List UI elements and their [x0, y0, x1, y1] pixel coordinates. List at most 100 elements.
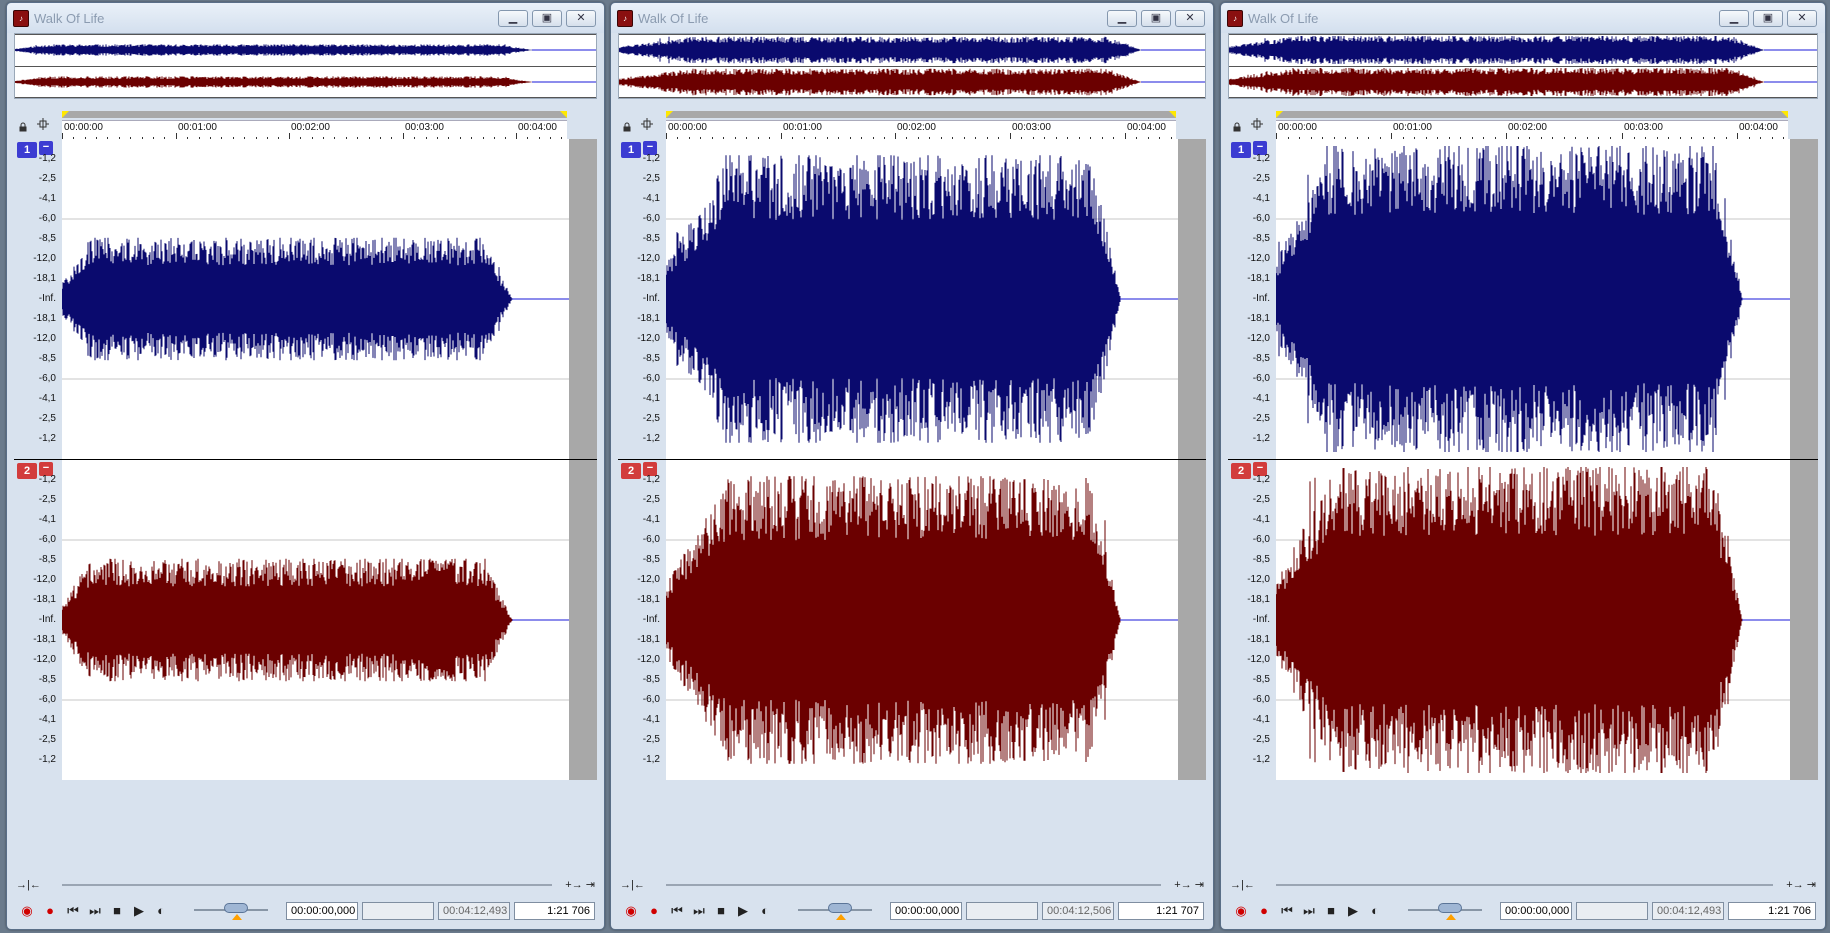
record-button[interactable]: ●: [645, 902, 663, 920]
channel-1-button[interactable]: 1: [17, 142, 37, 158]
channel-area[interactable]: 1− -1,2 -2,5 -4,1 -6,0 -8,5 -12,0 -18,1 -Inf. -18…: [14, 139, 597, 875]
position-field[interactable]: 00:00:00,000: [286, 902, 358, 920]
play-all-button[interactable]: ◐: [152, 902, 170, 920]
title-bar[interactable]: ♪ Walk Of Life ▁ ▣ ✕: [611, 3, 1213, 33]
playback-rate-slider[interactable]: [194, 902, 268, 920]
loop-start-marker[interactable]: [62, 111, 69, 118]
play-button[interactable]: ▶: [734, 902, 752, 920]
loop-region-bar[interactable]: [1276, 111, 1788, 118]
channel-2-waveform-view[interactable]: [62, 460, 597, 780]
time-ruler[interactable]: 00:00:00 00:01:00 00:02:00 00:03:00 00:04:00: [666, 120, 1176, 140]
play-all-button[interactable]: ◐: [756, 902, 774, 920]
horizontal-scrollbar[interactable]: →|← +→ ⇥: [1228, 876, 1818, 894]
title-bar[interactable]: ♪ Walk Of Life ▁ ▣ ✕: [7, 3, 604, 33]
scroll-track[interactable]: [62, 884, 552, 886]
playback-rate-slider[interactable]: [798, 902, 872, 920]
loop-end-marker[interactable]: [560, 111, 567, 118]
scroll-track[interactable]: [1276, 884, 1773, 886]
stop-button[interactable]: ■: [1322, 902, 1340, 920]
minus-icon: −: [646, 141, 654, 153]
channel-area[interactable]: 1− -1,2 -2,5 -4,1 -6,0 -8,5 -12,0 -18,1 -Inf. -18…: [618, 139, 1206, 875]
close-button[interactable]: ✕: [566, 10, 596, 27]
record-button[interactable]: ●: [41, 902, 59, 920]
loop-end-marker[interactable]: [1781, 111, 1788, 118]
record-options-button[interactable]: ◉: [622, 902, 640, 920]
channel-2-button[interactable]: 2: [17, 463, 37, 479]
overview-pane[interactable]: [618, 33, 1206, 99]
lock-icon[interactable]: [1232, 119, 1242, 132]
editor-window-1[interactable]: ♪ Walk Of Life ▁ ▣ ✕ 00:00:00 00:01:00 00:02:00…: [6, 2, 605, 930]
zoom-out-button[interactable]: →|←: [16, 878, 41, 892]
go-to-start-button[interactable]: ⏮: [1278, 902, 1296, 920]
time-ruler[interactable]: 00:00:00 00:01:00 00:02:00 00:03:00 00:04:00: [62, 120, 567, 140]
lock-icon[interactable]: [18, 119, 28, 132]
channel-area[interactable]: 1− -1,2 -2,5 -4,1 -6,0 -8,5 -12,0 -18,1 -Inf. -18…: [1228, 139, 1818, 875]
maximize-button[interactable]: ▣: [1753, 10, 1783, 27]
loop-end-marker[interactable]: [1169, 111, 1176, 118]
channel-2-waveform-view[interactable]: [666, 460, 1206, 780]
minimize-button[interactable]: ▁: [498, 10, 528, 27]
zoom-in-button[interactable]: +→ ⇥: [1174, 878, 1204, 892]
selection-field[interactable]: [966, 902, 1038, 920]
title-bar[interactable]: ♪ Walk Of Life ▁ ▣ ✕: [1221, 3, 1825, 33]
zoom-ratio-field[interactable]: 1:21 706: [1728, 902, 1816, 920]
horizontal-scrollbar[interactable]: →|← +→ ⇥: [14, 876, 597, 894]
channel-2-button[interactable]: 2: [1231, 463, 1251, 479]
position-field[interactable]: 00:00:00,000: [890, 902, 962, 920]
editor-window-2[interactable]: ♪ Walk Of Life ▁ ▣ ✕ 00:00:00 00:01:00 00:02:00…: [610, 2, 1214, 930]
channel-1-button[interactable]: 1: [621, 142, 641, 158]
slider-thumb[interactable]: [828, 903, 852, 913]
selection-field[interactable]: [362, 902, 434, 920]
lock-icon[interactable]: [622, 119, 632, 132]
selection-field[interactable]: [1576, 902, 1648, 920]
close-button[interactable]: ✕: [1787, 10, 1817, 27]
go-to-start-button[interactable]: ⏮: [668, 902, 686, 920]
playback-rate-slider[interactable]: [1408, 902, 1482, 920]
close-button[interactable]: ✕: [1175, 10, 1205, 27]
go-to-end-button[interactable]: ⏭: [690, 902, 708, 920]
loop-region-bar[interactable]: [666, 111, 1176, 118]
zoom-out-button[interactable]: →|←: [1230, 878, 1255, 892]
play-button[interactable]: ▶: [1344, 902, 1362, 920]
channel-1-waveform-view[interactable]: [1276, 139, 1818, 459]
scroll-track[interactable]: [666, 884, 1161, 886]
overview-pane[interactable]: [14, 33, 597, 99]
go-to-end-button[interactable]: ⏭: [86, 902, 104, 920]
go-to-start-button[interactable]: ⏮: [64, 902, 82, 920]
loop-start-marker[interactable]: [1276, 111, 1283, 118]
editor-window-3[interactable]: ♪ Walk Of Life ▁ ▣ ✕ 00:00:00 00:01:00 00:02:00…: [1220, 2, 1826, 930]
zoom-in-button[interactable]: +→ ⇥: [565, 878, 595, 892]
slider-thumb[interactable]: [1438, 903, 1462, 913]
loop-region-bar[interactable]: [62, 111, 567, 118]
position-field[interactable]: 00:00:00,000: [1500, 902, 1572, 920]
channel-1-waveform-view[interactable]: [666, 139, 1206, 459]
channel-2-waveform-view[interactable]: [1276, 460, 1818, 780]
zoom-ratio-field[interactable]: 1:21 706: [514, 902, 595, 920]
minimize-button[interactable]: ▁: [1719, 10, 1749, 27]
zoom-in-button[interactable]: +→ ⇥: [1786, 878, 1816, 892]
record-options-button[interactable]: ◉: [18, 902, 36, 920]
time-ruler[interactable]: 00:00:00 00:01:00 00:02:00 00:03:00 00:04:00: [1276, 120, 1788, 140]
overview-pane[interactable]: [1228, 33, 1818, 99]
zoom-ratio-field[interactable]: 1:21 707: [1118, 902, 1204, 920]
loop-start-marker[interactable]: [666, 111, 673, 118]
stop-button[interactable]: ■: [712, 902, 730, 920]
minimize-button[interactable]: ▁: [1107, 10, 1137, 27]
maximize-button[interactable]: ▣: [532, 10, 562, 27]
snap-icon[interactable]: [1250, 117, 1264, 131]
stop-button[interactable]: ■: [108, 902, 126, 920]
snap-icon[interactable]: [640, 117, 654, 131]
channel-1-waveform-view[interactable]: [62, 139, 597, 459]
go-to-end-button[interactable]: ⏭: [1300, 902, 1318, 920]
play-button[interactable]: ▶: [130, 902, 148, 920]
zoom-out-button[interactable]: →|←: [620, 878, 645, 892]
horizontal-scrollbar[interactable]: →|← +→ ⇥: [618, 876, 1206, 894]
record-options-button[interactable]: ◉: [1232, 902, 1250, 920]
maximize-button[interactable]: ▣: [1141, 10, 1171, 27]
slider-thumb[interactable]: [224, 903, 248, 913]
play-all-button[interactable]: ◐: [1366, 902, 1384, 920]
channel-1-button[interactable]: 1: [1231, 142, 1251, 158]
snap-icon[interactable]: [36, 117, 50, 131]
channel-2-button[interactable]: 2: [621, 463, 641, 479]
record-button[interactable]: ●: [1255, 902, 1273, 920]
